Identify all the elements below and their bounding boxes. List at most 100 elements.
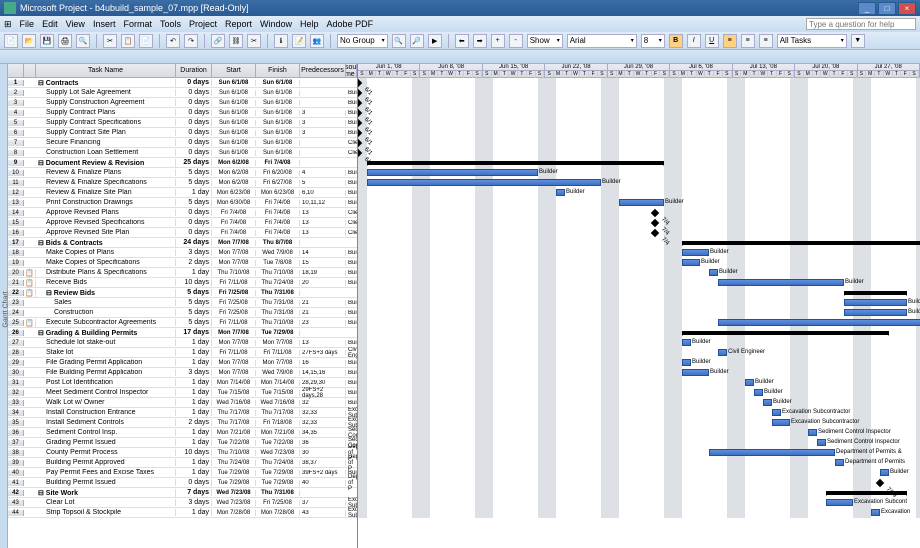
start-cell[interactable]: Mon 7/28/08 xyxy=(212,510,256,516)
task-bar[interactable]: Builder xyxy=(754,389,763,396)
finish-cell[interactable]: Sun 6/1/08 xyxy=(256,110,300,116)
menu-help[interactable]: Help xyxy=(300,19,319,29)
paste-icon[interactable]: 📄 xyxy=(139,34,153,48)
zoom-out-icon[interactable]: 🔎 xyxy=(410,34,424,48)
row-number[interactable]: 17 xyxy=(8,240,24,246)
task-row[interactable]: 3Supply Construction Agreement0 daysSun … xyxy=(8,98,357,108)
row-number[interactable]: 44 xyxy=(8,510,24,516)
save-icon[interactable]: 💾 xyxy=(40,34,54,48)
gantt-row[interactable]: Department of Permits xyxy=(358,458,920,468)
start-cell[interactable]: Fri 7/4/08 xyxy=(212,210,256,216)
row-number[interactable]: 43 xyxy=(8,500,24,506)
predecessors-cell[interactable]: 10,11,12 xyxy=(300,200,346,206)
timescale-week[interactable]: Jun 8, '08SMTWTFS xyxy=(420,64,482,77)
task-name-cell[interactable]: Print Construction Drawings xyxy=(36,199,176,206)
task-name-cell[interactable]: Review & Finalize Site Plan xyxy=(36,189,176,196)
duration-cell[interactable]: 1 day xyxy=(176,439,212,446)
finish-cell[interactable]: Fri 7/4/08 xyxy=(256,160,300,166)
milestone-marker[interactable]: 6/1 xyxy=(358,89,362,97)
col-start[interactable]: Start xyxy=(212,64,256,77)
menu-file[interactable]: File xyxy=(20,19,35,29)
gantt-row[interactable]: Builder xyxy=(358,298,920,308)
resource-cell[interactable]: Department of P xyxy=(346,474,357,492)
duration-cell[interactable]: 2 days xyxy=(176,259,212,266)
task-bar[interactable]: Builder xyxy=(367,179,601,186)
timescale-week[interactable]: Jul 6, '08SMTWTFS xyxy=(670,64,732,77)
resource-cell[interactable]: Client xyxy=(346,210,357,216)
duration-cell[interactable]: 0 days xyxy=(176,229,212,236)
start-cell[interactable]: Thu 7/10/08 xyxy=(212,270,256,276)
row-number[interactable]: 24 xyxy=(8,310,24,316)
maximize-button[interactable]: □ xyxy=(878,2,896,15)
milestone-marker[interactable]: 7/4 xyxy=(651,219,659,227)
task-row[interactable]: 14Approve Revised Plans0 daysFri 7/4/08F… xyxy=(8,208,357,218)
task-name-cell[interactable]: Execute Subcontractor Agreements xyxy=(36,319,176,326)
task-row[interactable]: 18Make Copies of Plans3 daysMon 7/7/08We… xyxy=(8,248,357,258)
help-search[interactable] xyxy=(806,18,916,30)
row-number[interactable]: 4 xyxy=(8,110,24,116)
duration-cell[interactable]: 10 days xyxy=(176,449,212,456)
predecessors-cell[interactable]: 13 xyxy=(300,210,346,216)
start-cell[interactable]: Sun 6/1/08 xyxy=(212,120,256,126)
finish-cell[interactable]: Mon 7/14/08 xyxy=(256,380,300,386)
task-row[interactable]: 9⊟ Document Review & Revision25 daysMon … xyxy=(8,158,357,168)
task-row[interactable]: 4Supply Contract Plans0 daysSun 6/1/08Su… xyxy=(8,108,357,118)
task-name-cell[interactable]: ⊟ Grading & Building Permits xyxy=(36,329,176,337)
predecessors-cell[interactable]: 43 xyxy=(300,510,346,516)
predecessors-cell[interactable]: 37 xyxy=(300,500,346,506)
resource-cell[interactable]: Builder xyxy=(346,400,357,406)
duration-cell[interactable]: 5 days xyxy=(176,299,212,306)
task-row[interactable]: 29File Grading Permit Application1 dayMo… xyxy=(8,358,357,368)
predecessors-cell[interactable]: 30 xyxy=(300,450,346,456)
duration-cell[interactable]: 0 days xyxy=(176,89,212,96)
milestone-marker[interactable]: 6/1 xyxy=(358,149,362,157)
resource-cell[interactable]: Builder xyxy=(346,270,357,276)
start-cell[interactable]: Sun 6/1/08 xyxy=(212,110,256,116)
filter-combo[interactable]: All Tasks xyxy=(777,34,847,48)
finish-cell[interactable]: Fri 6/20/08 xyxy=(256,170,300,176)
task-name-cell[interactable]: ⊟ Site Work xyxy=(36,489,176,497)
gantt-row[interactable]: 6/1 xyxy=(358,98,920,108)
task-row[interactable]: 2Supply Lot Sale Agreement0 daysSun 6/1/… xyxy=(8,88,357,98)
predecessors-cell[interactable]: 29FS+2 days,28 xyxy=(300,387,346,399)
task-bar[interactable]: Builder xyxy=(718,279,844,286)
predecessors-cell[interactable]: 13 xyxy=(300,220,346,226)
task-row[interactable]: 1⊟ Contracts0 daysSun 6/1/08Sun 6/1/08 xyxy=(8,78,357,88)
row-number[interactable]: 14 xyxy=(8,210,24,216)
task-bar[interactable]: Builder xyxy=(682,249,709,256)
predecessors-cell[interactable]: 18,19 xyxy=(300,270,346,276)
finish-cell[interactable]: Wed 7/16/08 xyxy=(256,400,300,406)
start-cell[interactable]: Fri 7/4/08 xyxy=(212,220,256,226)
predecessors-cell[interactable]: 27FS+3 days xyxy=(300,350,346,356)
gantt-row[interactable] xyxy=(358,238,920,248)
task-row[interactable]: 23Sales5 daysFri 7/25/08Thu 7/31/0821Bui… xyxy=(8,298,357,308)
resource-cell[interactable]: Builder xyxy=(346,340,357,346)
resource-cell[interactable]: Client xyxy=(346,230,357,236)
predecessors-cell[interactable]: 3 xyxy=(300,110,346,116)
autofilter-icon[interactable]: ▼ xyxy=(851,34,865,48)
task-bar[interactable]: Builder xyxy=(718,319,920,326)
task-row[interactable]: 37Grading Permit Issued1 dayTue 7/22/08T… xyxy=(8,438,357,448)
resource-cell[interactable]: Builder xyxy=(346,200,357,206)
gantt-row[interactable]: 6/1 xyxy=(358,118,920,128)
gantt-row[interactable]: Builder xyxy=(358,178,920,188)
assign-icon[interactable]: 👥 xyxy=(310,34,324,48)
task-row[interactable]: 33Walk Lot w/ Owner1 dayWed 7/16/08Wed 7… xyxy=(8,398,357,408)
finish-cell[interactable]: Sun 6/1/08 xyxy=(256,140,300,146)
row-number[interactable]: 1 xyxy=(8,80,24,86)
duration-cell[interactable]: 3 days xyxy=(176,369,212,376)
duration-cell[interactable]: 5 days xyxy=(176,169,212,176)
task-bar[interactable]: Builder xyxy=(844,309,907,316)
task-row[interactable]: 12Review & Finalize Site Plan1 dayMon 6/… xyxy=(8,188,357,198)
predecessors-cell[interactable]: 38,37 xyxy=(300,460,346,466)
gantt-row[interactable]: Excavation Subcontractor xyxy=(358,418,920,428)
finish-cell[interactable]: Fri 7/25/08 xyxy=(256,500,300,506)
row-number[interactable]: 32 xyxy=(8,390,24,396)
row-number[interactable]: 15 xyxy=(8,220,24,226)
duration-cell[interactable]: 7 days xyxy=(176,489,212,496)
italic-button[interactable]: I xyxy=(687,34,701,48)
task-name-cell[interactable]: ⊟ Bids & Contracts xyxy=(36,239,176,247)
gantt-row[interactable]: 7/4 xyxy=(358,218,920,228)
task-name-cell[interactable]: Supply Contract Plans xyxy=(36,109,176,116)
finish-cell[interactable]: Fri 7/4/08 xyxy=(256,200,300,206)
